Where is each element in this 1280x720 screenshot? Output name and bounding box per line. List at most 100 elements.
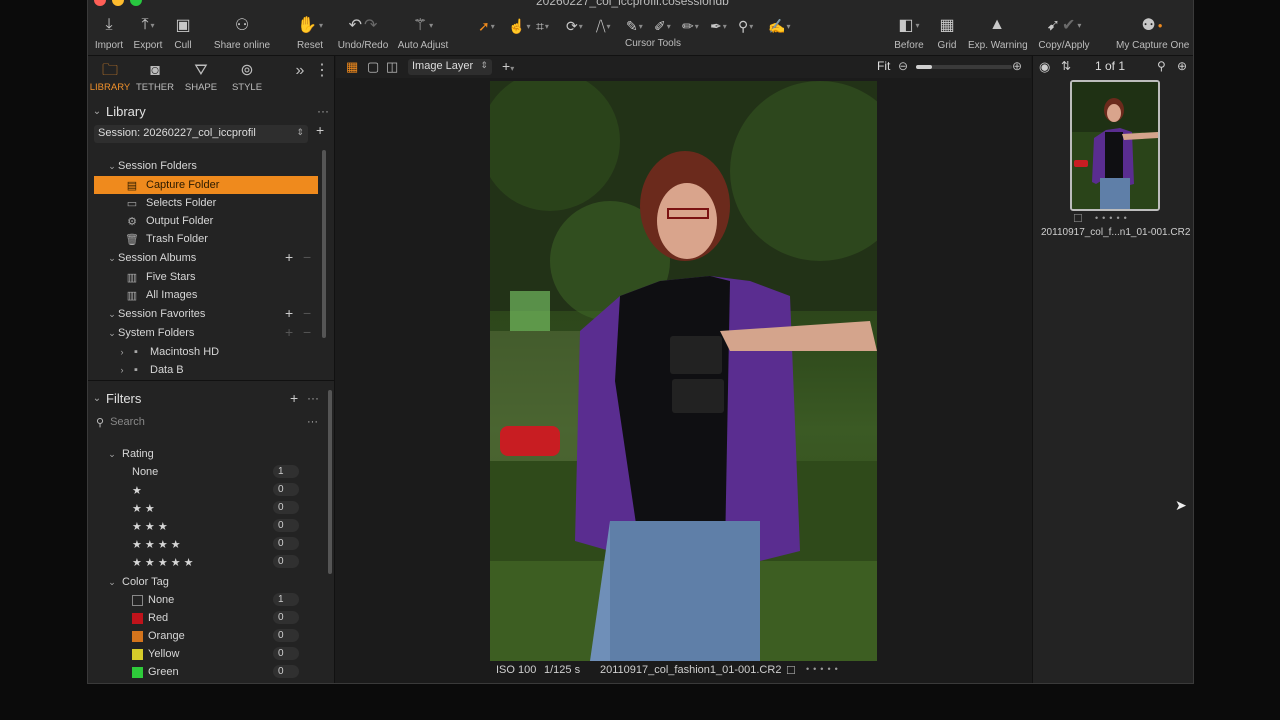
- zoom-fit-label[interactable]: Fit: [877, 59, 890, 73]
- zoom-icon[interactable]: ⊕: [1177, 59, 1187, 73]
- library-header[interactable]: ⌄ Library ···: [88, 100, 335, 122]
- annotate-cursor-tool[interactable]: ⚲ ▾: [738, 16, 753, 36]
- add-favorite-button[interactable]: +: [285, 305, 293, 321]
- album-five-stars[interactable]: ▥ Five Stars: [124, 268, 196, 286]
- selects-folder-item[interactable]: ▭ Selects Folder: [124, 194, 217, 212]
- rating-filter-item[interactable]: None: [132, 463, 158, 481]
- add-album-button[interactable]: +: [285, 249, 293, 265]
- compare-view-icon[interactable]: ◫: [386, 59, 398, 75]
- search-menu-icon[interactable]: ···: [307, 416, 318, 428]
- volume-macintosh-hd[interactable]: › ▪ Macintosh HD: [116, 343, 220, 361]
- rating-filter-item[interactable]: ★: [132, 481, 142, 499]
- sort-icon[interactable]: ⇅: [1061, 59, 1071, 73]
- picker-cursor-tool[interactable]: ✒ ▾: [710, 16, 727, 36]
- single-view-icon[interactable]: ▢: [367, 59, 379, 75]
- rating-filter-item[interactable]: ★ ★: [132, 499, 155, 517]
- filters-search-field[interactable]: ⚲ Search ···: [94, 413, 322, 431]
- my-capture-one-button[interactable]: ⚉ ● My Capture One: [1116, 14, 1189, 51]
- grid-view-icon[interactable]: ▦: [346, 59, 358, 75]
- rating-filter-item[interactable]: ★ ★ ★ ★: [132, 535, 181, 553]
- minimize-window-button[interactable]: [112, 0, 124, 6]
- rating-label: ★ ★ ★ ★ ★: [132, 556, 194, 569]
- pan-cursor-tool[interactable]: ☝ ▾: [508, 16, 530, 36]
- rating-count-badge: 1: [273, 465, 299, 478]
- viewer-select-checkbox[interactable]: ☐: [786, 664, 796, 677]
- volume-data-b[interactable]: › ▪ Data B: [116, 361, 184, 379]
- add-filter-button[interactable]: +: [290, 390, 298, 406]
- tab-shape[interactable]: ⛛ SHAPE: [179, 60, 223, 93]
- keystone-cursor-tool[interactable]: ⧸⧹ ▾: [596, 16, 611, 36]
- album-all-images[interactable]: ▥ All Images: [124, 286, 198, 304]
- tab-library[interactable]: 🗀 LIBRARY: [88, 60, 132, 93]
- before-button[interactable]: ◧ ▾ Before: [892, 14, 926, 51]
- color-tag-filter-item[interactable]: Yellow: [132, 645, 179, 663]
- grid-button[interactable]: ▦ Grid: [934, 14, 960, 51]
- erase-cursor-tool[interactable]: ✏ ▾: [682, 16, 699, 36]
- add-layer-button[interactable]: +▾: [502, 58, 514, 74]
- main-image[interactable]: [490, 81, 877, 661]
- session-folders-header[interactable]: ⌄ Session Folders: [106, 157, 197, 175]
- share-online-button[interactable]: ⚇ Share online: [212, 14, 272, 51]
- thumbnail-checkbox[interactable]: ☐: [1073, 212, 1083, 225]
- add-system-folder-button[interactable]: +: [285, 324, 293, 340]
- pen-cursor-tool[interactable]: ✍ ▾: [768, 16, 790, 36]
- filters-menu-icon[interactable]: ···: [307, 391, 319, 405]
- viewer-rating-dots[interactable]: •••••: [806, 664, 842, 674]
- reset-button[interactable]: ✋ ▾ Reset: [294, 14, 326, 51]
- output-folder-item[interactable]: ⚙ Output Folder: [124, 212, 213, 230]
- close-window-button[interactable]: [94, 0, 106, 6]
- zoom-in-icon[interactable]: ⊕: [1012, 59, 1022, 73]
- zoom-slider[interactable]: [916, 65, 1012, 69]
- rating-header[interactable]: ⌄ Rating: [106, 445, 154, 463]
- color-tag-filter-item[interactable]: Red: [132, 609, 168, 627]
- add-session-button[interactable]: +: [316, 122, 324, 138]
- rating-filter-item[interactable]: ★ ★ ★: [132, 517, 168, 535]
- tabs-menu-button[interactable]: ⋮: [314, 60, 330, 82]
- spot-cursor-tool[interactable]: ✎ ▾: [626, 16, 643, 36]
- zoom-slider-handle[interactable]: [916, 65, 932, 69]
- zoom-window-button[interactable]: [130, 0, 142, 6]
- search-icon[interactable]: ⚲: [1157, 59, 1166, 73]
- system-folders-header[interactable]: ⌄ System Folders: [106, 324, 194, 342]
- capture-folder-icon: ▤: [126, 179, 138, 192]
- session-favorites-header[interactable]: ⌄ Session Favorites: [106, 305, 205, 323]
- exposure-warning-button[interactable]: ▲ Exp. Warning: [968, 14, 1028, 51]
- cull-button[interactable]: ▣ Cull: [170, 14, 196, 51]
- select-cursor-tool[interactable]: ➚ ▾: [478, 16, 495, 36]
- export-button[interactable]: ⤒ ▾ Export: [130, 14, 166, 51]
- color-tag-filter-item[interactable]: Green: [132, 663, 179, 681]
- capture-folder-item[interactable]: ▤ Capture Folder: [94, 176, 318, 194]
- trash-folder-item[interactable]: 🗑 Trash Folder: [124, 230, 208, 248]
- mask-cursor-tool[interactable]: ✐ ▾: [654, 16, 671, 36]
- color-tag-header[interactable]: ⌄ Color Tag: [106, 573, 169, 591]
- color-tag-filter-item[interactable]: Orange: [132, 627, 185, 645]
- more-tabs-button[interactable]: »: [292, 60, 308, 82]
- layer-select[interactable]: Image Layer ⇕: [408, 59, 492, 75]
- tab-style[interactable]: ⊚ STYLE: [225, 60, 269, 93]
- filters-header[interactable]: ⌄ Filters + ···: [88, 387, 335, 409]
- crop-cursor-tool[interactable]: ⌗ ▾: [536, 16, 549, 36]
- color-tag-count-badge: 1: [273, 593, 299, 606]
- session-albums-header[interactable]: ⌄ Session Albums: [106, 249, 196, 267]
- remove-album-button[interactable]: −: [303, 249, 311, 265]
- import-button[interactable]: ⤓ Import: [92, 14, 126, 51]
- copy-apply-icon: ➹ ✔ ▾: [1046, 17, 1082, 34]
- zoom-out-icon[interactable]: ⊖: [898, 59, 908, 73]
- remove-system-folder-button[interactable]: −: [303, 324, 311, 340]
- copy-apply-button[interactable]: ➹ ✔ ▾ Copy/Apply: [1038, 14, 1090, 51]
- eye-icon[interactable]: ◉: [1039, 59, 1050, 75]
- session-select[interactable]: Session: 20260227_col_iccprofil ⇕: [94, 125, 308, 143]
- undo-redo-button[interactable]: ↶ ↷ Undo/Redo: [336, 14, 390, 51]
- auto-adjust-button[interactable]: ⚚ ▾ Auto Adjust: [396, 14, 450, 51]
- thumbnail-rating-dots[interactable]: •••••: [1095, 213, 1131, 223]
- rating-filter-item[interactable]: ★ ★ ★ ★ ★: [132, 553, 194, 571]
- remove-favorite-button[interactable]: −: [303, 305, 311, 321]
- library-scrollbar[interactable]: [322, 150, 326, 338]
- rotate-cursor-tool[interactable]: ⟳ ▾: [566, 16, 583, 36]
- library-menu-icon[interactable]: ···: [317, 104, 329, 118]
- tab-tether[interactable]: ◙ TETHER: [133, 60, 177, 93]
- thumbnail[interactable]: [1070, 80, 1160, 211]
- filters-scrollbar[interactable]: [328, 390, 332, 574]
- section-divider: [88, 380, 335, 381]
- color-tag-filter-item[interactable]: None: [132, 591, 174, 609]
